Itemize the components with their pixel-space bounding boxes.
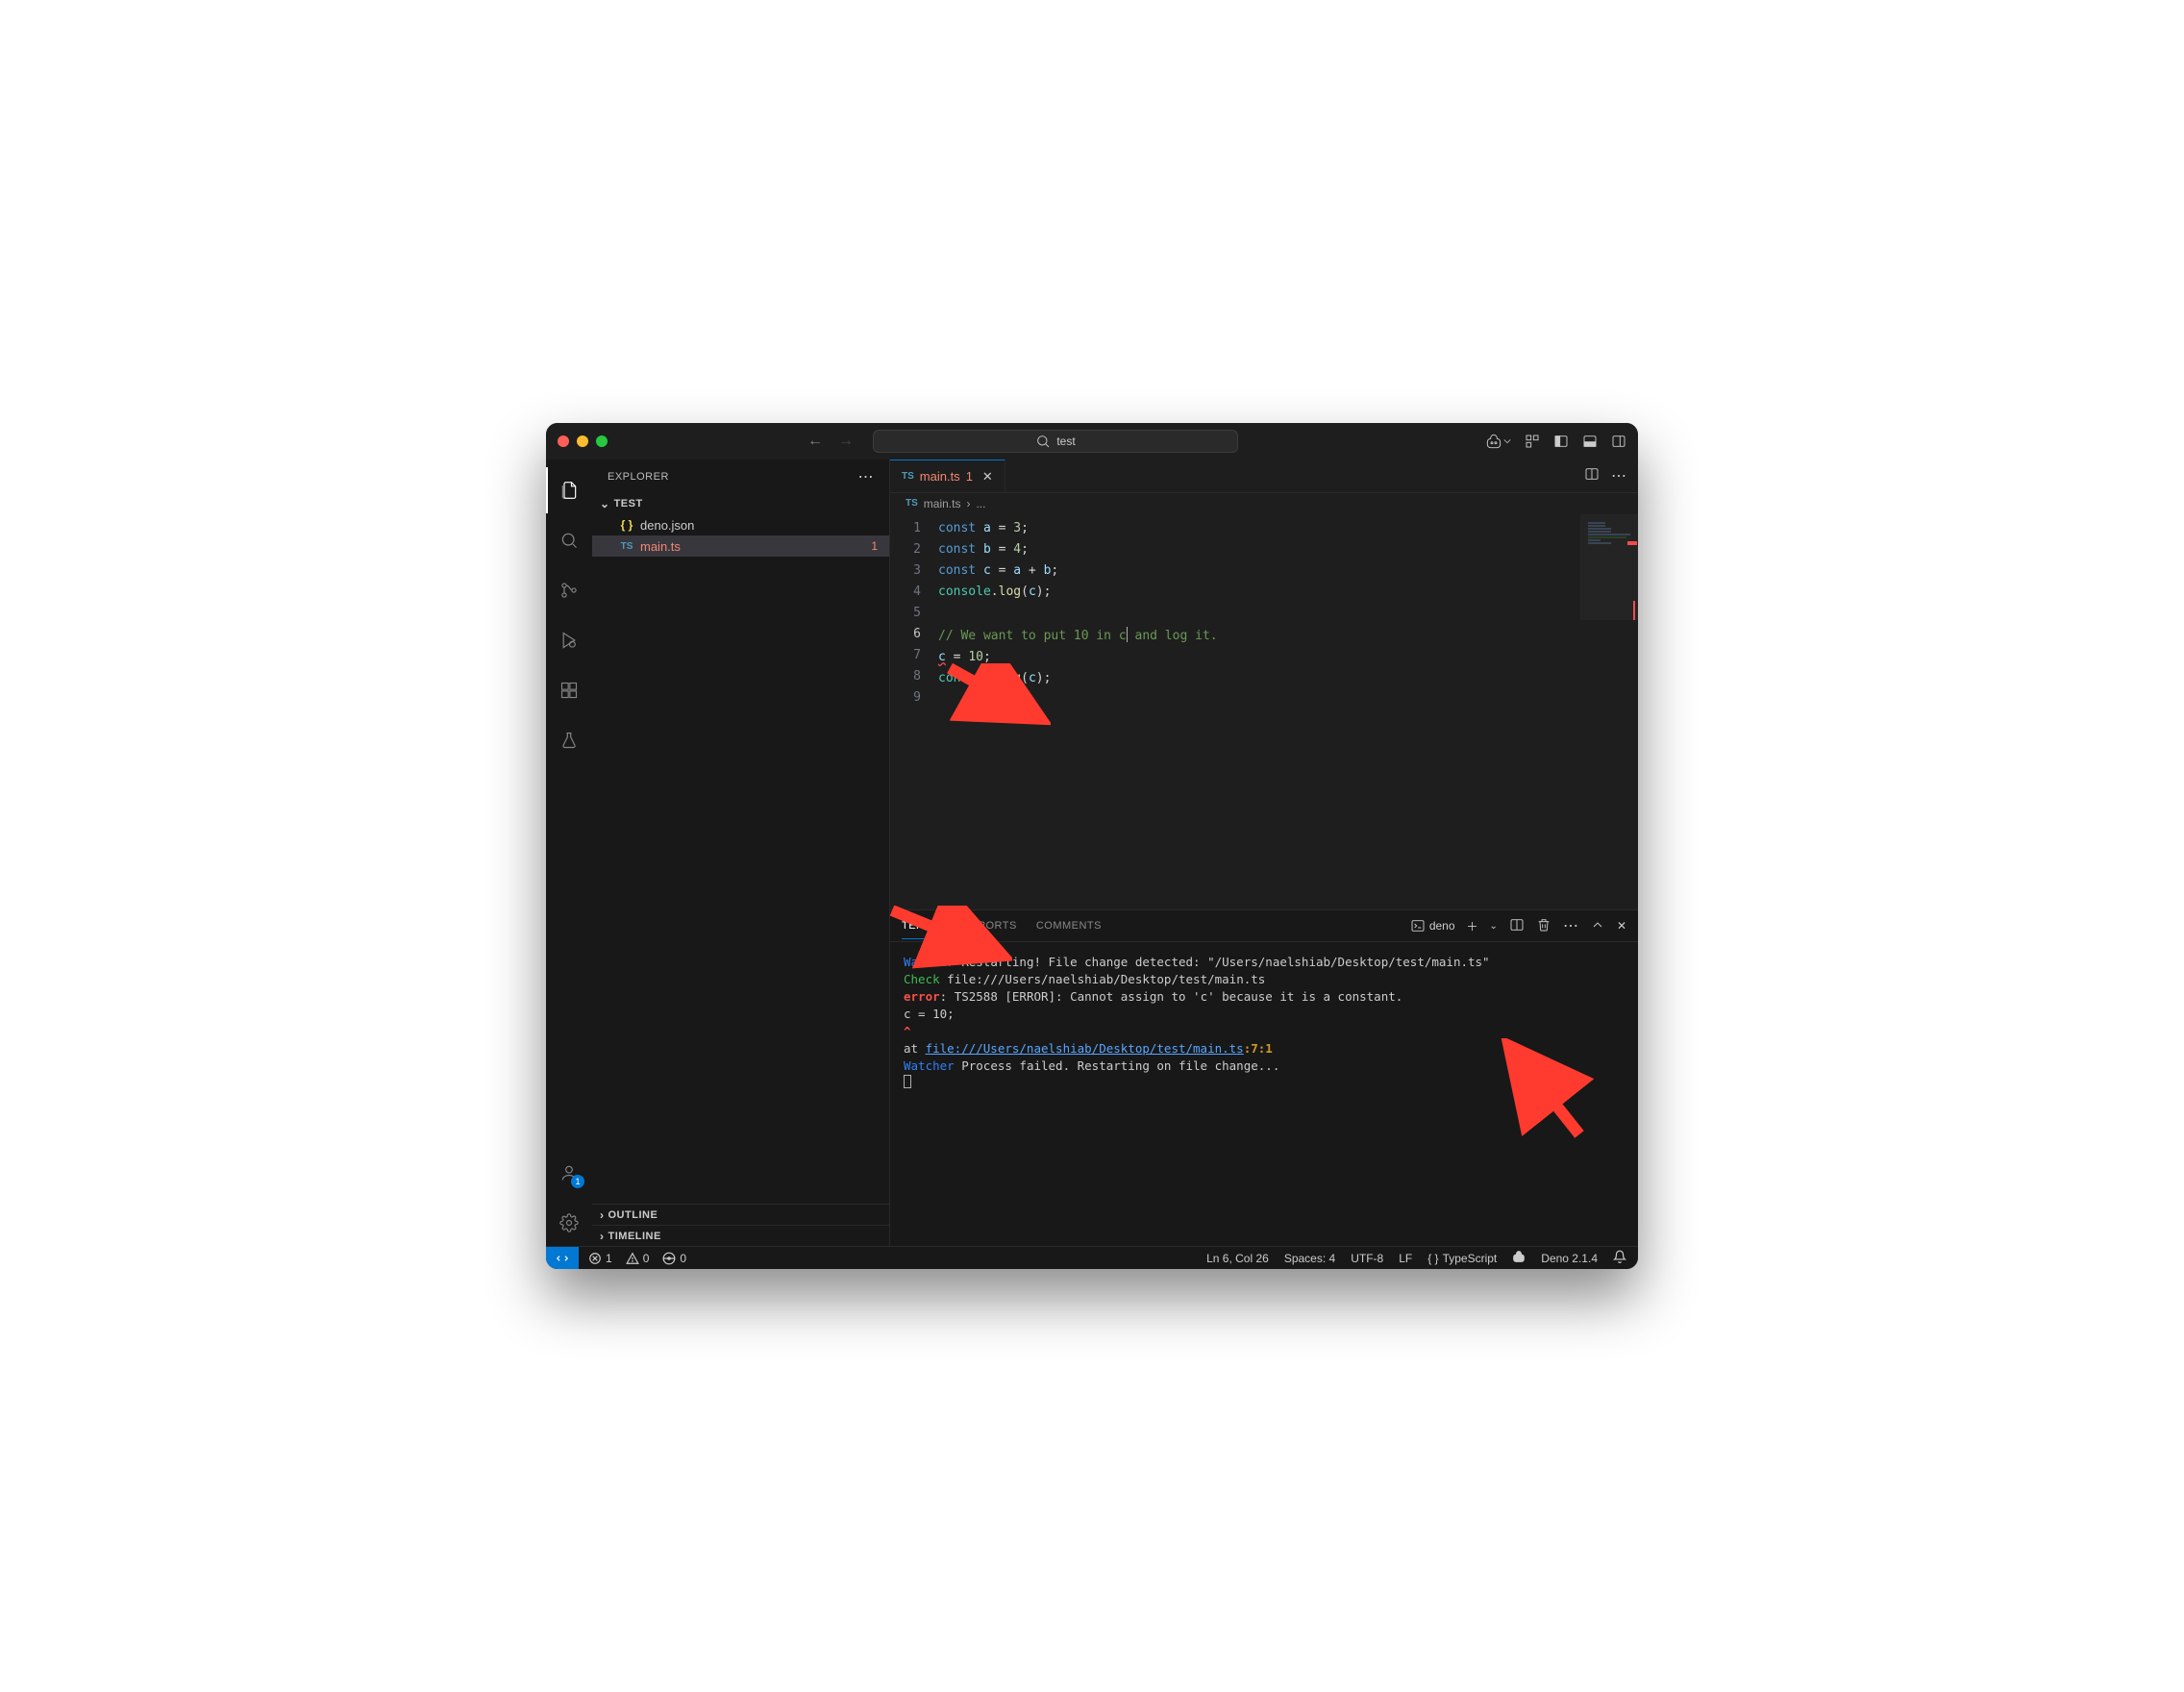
editor-tabs: TS main.ts 1 ✕ ⋯ <box>890 460 1638 493</box>
project-folder[interactable]: ⌄ TEST <box>592 493 889 514</box>
json-icon: { } <box>619 518 634 532</box>
traffic-lights <box>558 435 608 447</box>
minimap[interactable] <box>1580 514 1638 909</box>
sidebar: EXPLORER ⋯ ⌄ TEST { } deno.json TS main.… <box>592 460 890 1246</box>
code-content: const a = 3; const b = 4; const c = a + … <box>938 514 1580 909</box>
search-icon <box>1035 434 1051 449</box>
maximize-window-button[interactable] <box>596 435 608 447</box>
sidebar-title: EXPLORER <box>608 471 669 483</box>
close-panel-icon[interactable]: ✕ <box>1617 919 1626 933</box>
tab-close-icon[interactable]: ✕ <box>982 469 993 485</box>
nav-forward-icon[interactable]: → <box>838 433 854 450</box>
ts-icon: TS <box>906 498 918 509</box>
status-bar: 1 0 0 Ln 6, Col 26 Spaces: 4 UTF-8 LF { … <box>546 1246 1638 1269</box>
status-eol[interactable]: LF <box>1399 1252 1412 1265</box>
file-error-count: 1 <box>871 539 878 553</box>
ts-icon: TS <box>619 541 634 552</box>
remote-indicator[interactable] <box>546 1247 579 1269</box>
file-main-ts[interactable]: TS main.ts 1 <box>592 535 889 557</box>
maximize-panel-icon[interactable] <box>1590 917 1605 935</box>
timeline-section[interactable]: › TIMELINE <box>592 1225 889 1246</box>
minimize-window-button[interactable] <box>577 435 588 447</box>
outline-section[interactable]: › OUTLINE <box>592 1204 889 1225</box>
toggle-panel-bottom-icon[interactable] <box>1582 434 1598 449</box>
panel-tab-ports[interactable]: PORTS <box>979 920 1017 932</box>
main: TS main.ts 1 ✕ ⋯ TS main.ts › ... <box>890 460 1638 1246</box>
activity-settings[interactable] <box>546 1200 592 1246</box>
toggle-panel-right-icon[interactable] <box>1611 434 1626 449</box>
new-terminal-icon[interactable]: ＋ <box>1467 918 1478 934</box>
status-ports[interactable]: 0 <box>662 1252 686 1265</box>
more-actions-icon[interactable]: ⋯ <box>1611 466 1626 485</box>
terminal-cursor <box>904 1075 911 1088</box>
activity-source-control[interactable] <box>546 567 592 613</box>
status-left: 1 0 0 <box>579 1252 686 1265</box>
search-input[interactable]: test <box>873 430 1238 453</box>
titlebar: ← → test <box>546 423 1638 460</box>
status-encoding[interactable]: UTF-8 <box>1351 1252 1383 1265</box>
terminal-output[interactable]: Watcher Restarting! File change detected… <box>890 942 1638 1246</box>
body: 1 EXPLORER ⋯ ⌄ TEST { } deno.json TS mai… <box>546 460 1638 1246</box>
kill-terminal-icon[interactable] <box>1536 917 1551 935</box>
status-deno[interactable]: Deno 2.1.4 <box>1541 1252 1598 1265</box>
accounts-badge: 1 <box>571 1175 584 1188</box>
split-terminal-icon[interactable] <box>1509 917 1525 935</box>
activity-explorer[interactable] <box>546 467 592 513</box>
breadcrumb[interactable]: TS main.ts › ... <box>890 493 1638 514</box>
panel: TERMINAL PORTS COMMENTS deno ＋ ⌄ <box>890 909 1638 1246</box>
panel-tab-comments[interactable]: COMMENTS <box>1036 920 1102 932</box>
file-deno-json[interactable]: { } deno.json <box>592 514 889 535</box>
status-errors[interactable]: 1 <box>588 1252 612 1265</box>
toggle-panel-left-icon[interactable] <box>1553 434 1569 449</box>
chevron-right-icon: › <box>600 1230 605 1243</box>
titlebar-right <box>1486 434 1626 449</box>
terminal-dropdown-icon[interactable]: ⌄ <box>1490 921 1498 932</box>
status-cursor-pos[interactable]: Ln 6, Col 26 <box>1206 1252 1269 1265</box>
tab-actions: ⋯ <box>1584 460 1638 492</box>
tab-main-ts[interactable]: TS main.ts 1 ✕ <box>890 460 1005 492</box>
status-notifications-icon[interactable] <box>1613 1250 1626 1266</box>
nav-arrows: ← → <box>807 433 854 450</box>
activity-search[interactable] <box>546 517 592 563</box>
panel-tab-terminal[interactable]: TERMINAL <box>902 920 959 939</box>
ts-icon: TS <box>902 471 914 482</box>
terminal-profile[interactable]: deno <box>1410 918 1455 933</box>
status-indent[interactable]: Spaces: 4 <box>1284 1252 1335 1265</box>
sidebar-header: EXPLORER ⋯ <box>592 460 889 493</box>
status-right: Ln 6, Col 26 Spaces: 4 UTF-8 LF { } Type… <box>1206 1250 1626 1266</box>
activity-accounts[interactable]: 1 <box>546 1150 592 1196</box>
sidebar-more-icon[interactable]: ⋯ <box>858 467 875 486</box>
layout-customize-icon[interactable] <box>1525 434 1540 449</box>
activity-testing[interactable] <box>546 717 592 763</box>
activity-extensions[interactable] <box>546 667 592 713</box>
activity-bar: 1 <box>546 460 592 1246</box>
activity-run-debug[interactable] <box>546 617 592 663</box>
more-icon[interactable]: ⋯ <box>1563 916 1578 935</box>
copilot-icon[interactable] <box>1486 434 1511 449</box>
panel-tabs: TERMINAL PORTS COMMENTS deno ＋ ⌄ <box>890 910 1638 942</box>
chevron-right-icon: › <box>600 1208 605 1222</box>
status-warnings[interactable]: 0 <box>626 1252 650 1265</box>
vscode-window: ← → test <box>546 423 1638 1269</box>
chevron-down-icon: ⌄ <box>600 497 610 510</box>
search-text: test <box>1056 435 1075 448</box>
gutter: 1 2 3 4 5 6 7 8 9 <box>890 514 938 909</box>
status-lang[interactable]: { } TypeScript <box>1427 1252 1497 1265</box>
editor[interactable]: 1 2 3 4 5 6 7 8 9 const a = 3; const b =… <box>890 514 1638 909</box>
close-window-button[interactable] <box>558 435 569 447</box>
split-editor-icon[interactable] <box>1584 466 1600 486</box>
status-copilot-icon[interactable] <box>1512 1250 1526 1266</box>
nav-back-icon[interactable]: ← <box>807 433 823 450</box>
